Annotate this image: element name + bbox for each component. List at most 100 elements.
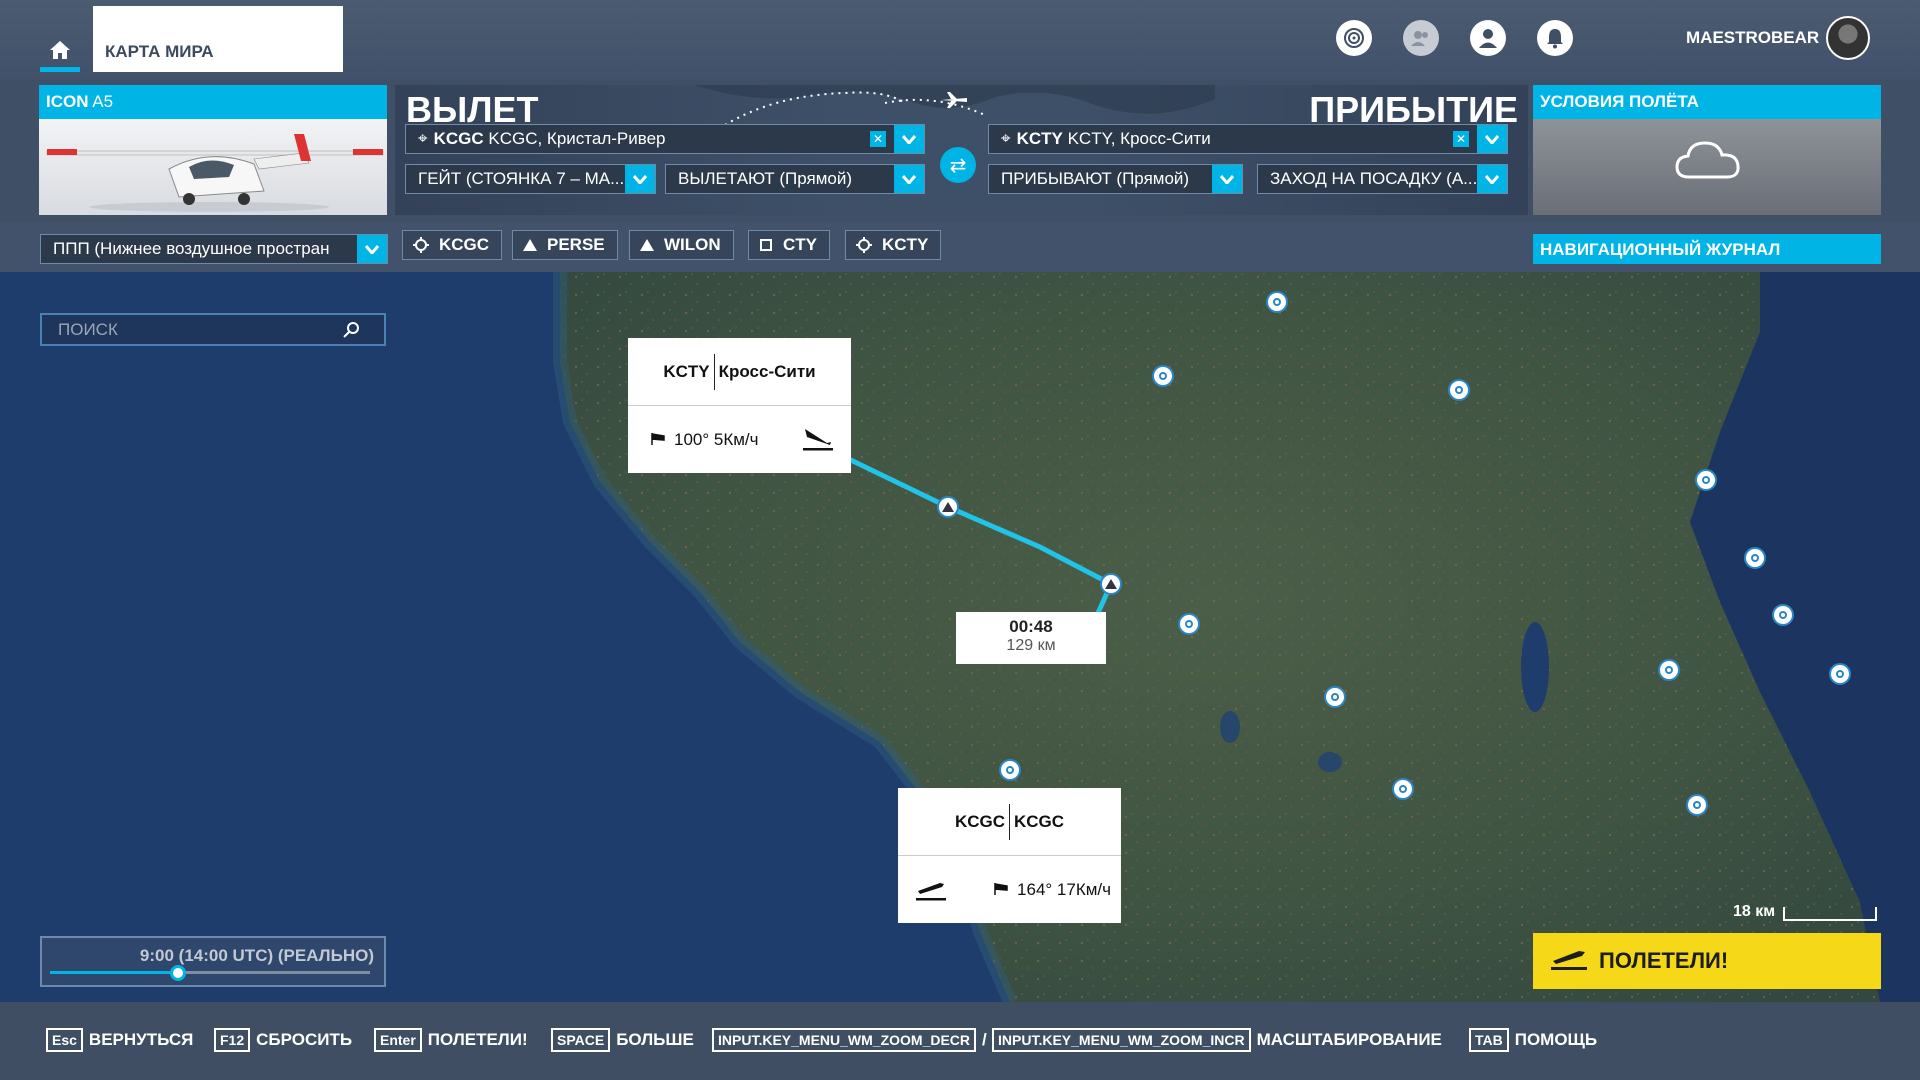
aircraft-model: A5: [88, 92, 114, 111]
airport-marker-icon[interactable]: [1744, 547, 1766, 569]
departure-airport-name: KCGC, Кристал-Ривер: [483, 129, 666, 148]
swap-airports-button[interactable]: ⇄: [940, 147, 976, 183]
username[interactable]: MAESTROBEAR: [1686, 28, 1819, 48]
airport-marker-icon[interactable]: [1658, 659, 1680, 681]
flight-type-select[interactable]: ППП (Нижнее воздушное простран: [40, 234, 388, 264]
airport-icon: ⌖: [1001, 129, 1011, 148]
arrival-procedure-field[interactable]: ПРИБЫВАЮТ (Прямой): [988, 164, 1243, 194]
time-of-day-control[interactable]: 9:00 (14:00 UTC) (РЕАЛЬНО): [40, 936, 386, 987]
windsock-icon: [993, 880, 1009, 900]
chevron-down-icon[interactable]: [894, 165, 924, 193]
chevron-down-icon[interactable]: [894, 125, 924, 153]
airport-icon: [856, 237, 872, 253]
chevron-down-icon[interactable]: [1212, 165, 1242, 193]
airport-marker-icon[interactable]: [1152, 365, 1174, 387]
aircraft-selector[interactable]: ICON A5: [39, 85, 387, 215]
airport-icon: [413, 237, 429, 253]
approach-field[interactable]: ЗАХОД НА ПОСАДКУ (А...: [1257, 164, 1508, 194]
airport-marker-icon[interactable]: [1392, 778, 1414, 800]
arrival-card-code: KCTY: [663, 361, 710, 381]
departure-airport-field[interactable]: ⌖ KCGC KCGC, Кристал-Ривер ✕: [405, 124, 925, 154]
chevron-down-icon[interactable]: [1477, 165, 1507, 193]
waypoint-kcty[interactable]: KCTY: [845, 230, 942, 260]
hint-label: ПОЛЕТЕЛИ!: [427, 1030, 528, 1049]
key-esc: Esc: [46, 1028, 83, 1052]
airport-marker-icon[interactable]: [999, 759, 1021, 781]
airport-marker-icon[interactable]: [1686, 794, 1708, 816]
route-selector: ВЫЛЕТ ПРИБЫТИЕ ⌖ KCGC KCGC, Кристал-Ривер…: [395, 85, 1528, 215]
airport-marker-icon[interactable]: [1448, 379, 1470, 401]
airport-marker-icon[interactable]: [1695, 469, 1717, 491]
departure-card-wind: 164° 17Км/ч: [1017, 880, 1111, 899]
airport-marker-icon[interactable]: [1772, 604, 1794, 626]
hint-reset[interactable]: F12 СБРОСИТЬ: [214, 1028, 352, 1052]
leg-distance: 129 км: [1006, 637, 1056, 654]
hint-label: БОЛЬШЕ: [616, 1030, 694, 1049]
airport-marker-icon[interactable]: [1266, 291, 1288, 313]
waypoint-label: WILON: [664, 235, 721, 254]
airplane-icon: [941, 92, 967, 108]
home-tab[interactable]: [40, 28, 80, 72]
key-f12: F12: [214, 1028, 251, 1052]
waypoint-label: KCTY: [882, 235, 929, 254]
departure-card-details: 164° 17Км/ч: [898, 856, 1121, 924]
key-zoom-decrease: INPUT.KEY_MENU_WM_ZOOM_DECR: [712, 1028, 977, 1052]
time-of-day-text: 9:00 (14:00 UTC) (РЕАЛЬНО): [139, 946, 374, 965]
chevron-down-icon[interactable]: [625, 165, 655, 193]
departure-procedure-field[interactable]: ВЫЛЕТАЮТ (Прямой): [665, 164, 925, 194]
tab-world-map-label: КАРТА МИРА: [105, 42, 214, 61]
time-slider-handle[interactable]: [170, 965, 186, 981]
fly-button[interactable]: ПОЛЕТЕЛИ!: [1533, 933, 1881, 989]
navlog-button[interactable]: НАВИГАЦИОННЫЙ ЖУРНАЛ: [1533, 234, 1881, 264]
profile-icon[interactable]: [1470, 20, 1506, 56]
departure-airport-card[interactable]: KCGC KCGC 164° 17Км/ч: [898, 788, 1121, 923]
arrival-airport-card[interactable]: KCTY Кросс-Сити 100° 5Км/ч: [628, 338, 851, 473]
waypoint-cty[interactable]: CTY: [748, 230, 830, 260]
hint-label: ПОМОЩЬ: [1514, 1030, 1598, 1049]
tab-world-map[interactable]: КАРТА МИРА: [93, 6, 343, 72]
flight-conditions-title: УСЛОВИЯ ПОЛЁТА: [1533, 85, 1881, 119]
flight-type-value: ППП (Нижнее воздушное простран: [53, 239, 330, 258]
notifications-icon[interactable]: [1537, 20, 1573, 56]
hint-label: МАСШТАБИРОВАНИЕ: [1256, 1030, 1442, 1049]
hint-zoom[interactable]: INPUT.KEY_MENU_WM_ZOOM_INCR МАСШТАБИРОВАН…: [992, 1028, 1442, 1052]
map-search[interactable]: [40, 313, 386, 346]
airport-marker-icon[interactable]: [1829, 663, 1851, 685]
clear-icon[interactable]: ✕: [870, 131, 886, 147]
waypoint-kcgc[interactable]: KCGC: [402, 230, 503, 260]
active-tab-underline: [40, 67, 80, 72]
airport-marker-icon[interactable]: [1178, 613, 1200, 635]
airport-marker-icon[interactable]: [1324, 686, 1346, 708]
landing-icon: [801, 425, 835, 456]
waypoint-label: KCGC: [439, 235, 490, 254]
arrival-airport-code: KCTY: [1016, 129, 1063, 148]
home-icon: [50, 41, 70, 59]
hint-more[interactable]: SPACE БОЛЬШЕ: [551, 1028, 694, 1052]
hint-fly[interactable]: Enter ПОЛЕТЕЛИ!: [374, 1028, 528, 1052]
flight-conditions-button[interactable]: УСЛОВИЯ ПОЛЁТА: [1533, 85, 1881, 215]
key-space: SPACE: [551, 1028, 611, 1052]
chevron-down-icon[interactable]: [357, 235, 387, 263]
hint-zoom-out[interactable]: INPUT.KEY_MENU_WM_ZOOM_DECR /: [712, 1028, 987, 1052]
top-bar: КАРТА МИРА MAESTROBEAR: [0, 0, 1920, 80]
avatar[interactable]: [1826, 16, 1870, 60]
chevron-down-icon[interactable]: [1477, 125, 1507, 153]
key-zoom-increase: INPUT.KEY_MENU_WM_ZOOM_INCR: [992, 1028, 1251, 1052]
clear-icon[interactable]: ✕: [1453, 131, 1469, 147]
waypoint-marker-icon[interactable]: [937, 496, 959, 518]
gate-field[interactable]: ГЕЙТ (СТОЯНКА 7 – МА...: [405, 164, 656, 194]
key-enter: Enter: [374, 1028, 422, 1052]
arrival-card-details: 100° 5Км/ч: [628, 406, 851, 474]
arrival-card-title: KCTY Кросс-Сити: [628, 338, 851, 406]
hint-help[interactable]: TAB ПОМОЩЬ: [1469, 1028, 1597, 1052]
search-input[interactable]: [42, 319, 342, 340]
friends-icon[interactable]: [1403, 20, 1439, 56]
search-icon[interactable]: [342, 321, 360, 339]
waypoint-marker-icon[interactable]: [1100, 573, 1122, 595]
waypoint-wilon[interactable]: WILON: [629, 230, 734, 260]
activity-icon[interactable]: [1336, 20, 1372, 56]
hint-back[interactable]: Esc ВЕРНУТЬСЯ: [46, 1028, 193, 1052]
takeoff-icon: [1549, 945, 1589, 977]
waypoint-perse[interactable]: PERSE: [512, 230, 618, 260]
arrival-airport-field[interactable]: ⌖ KCTY KCTY, Кросс-Сити ✕: [988, 124, 1508, 154]
